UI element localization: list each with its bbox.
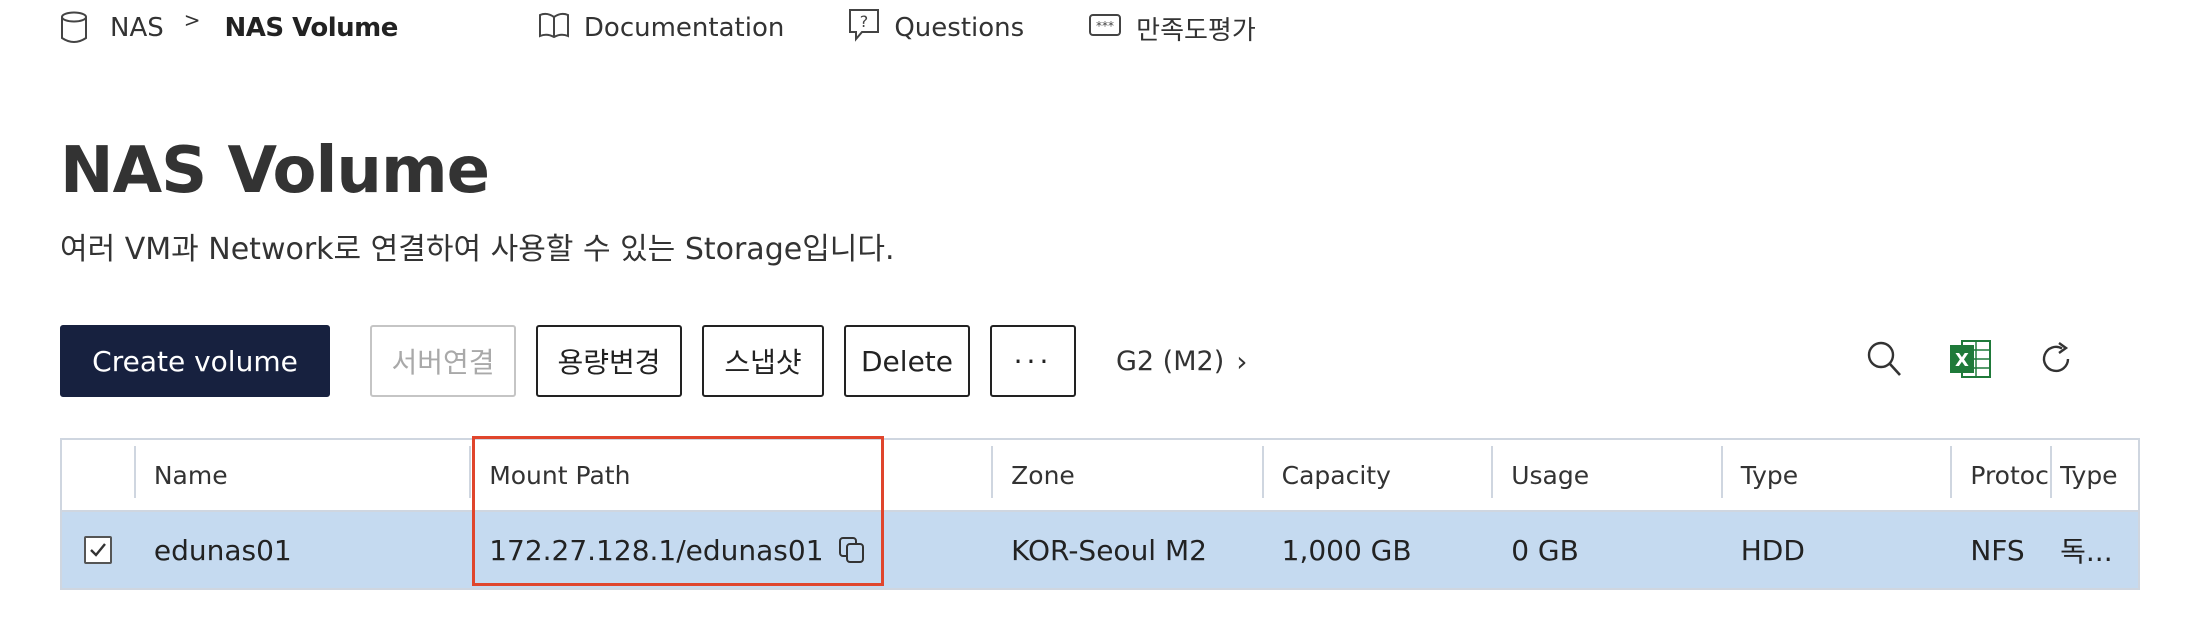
volume-table: Name Mount Path Zone Capacity Usage Type… <box>60 438 2140 590</box>
excel-icon[interactable]: X <box>1946 333 1994 385</box>
questions-label: Questions <box>894 13 1025 43</box>
top-links: Documentation ? Questions *** 만족도평가 <box>538 8 1320 49</box>
column-header-protocol[interactable]: Protocol <box>1950 440 2050 510</box>
header-checkbox-cell <box>62 440 134 510</box>
documentation-label: Documentation <box>583 13 785 43</box>
page-description: 여러 VM과 Network로 연결하여 사용할 수 있는 Storage입니다… <box>60 232 895 267</box>
svg-text:?: ? <box>860 12 869 31</box>
create-volume-button[interactable]: Create volume <box>60 325 330 397</box>
breadcrumb-current: NAS Volume <box>224 13 399 43</box>
rating-label: 만족도평가 <box>1136 15 1256 46</box>
copy-icon[interactable] <box>838 536 866 564</box>
delete-button[interactable]: Delete <box>844 325 970 397</box>
column-header-type-2[interactable]: Type <box>2050 440 2138 510</box>
row-checkbox-cell <box>62 512 134 588</box>
question-bubble-icon: ? <box>848 8 894 49</box>
svg-text:X: X <box>1955 350 1969 371</box>
rating-icon: *** <box>1088 13 1136 44</box>
cell-capacity: 1,000 GB <box>1281 533 1412 567</box>
column-header-usage[interactable]: Usage <box>1491 440 1721 510</box>
toolbar: Create volume 서버연결 용량변경 스냅샷 Delete ··· G… <box>60 325 2140 397</box>
server-connect-button[interactable]: 서버연결 <box>370 325 516 397</box>
questions-link[interactable]: ? Questions <box>848 8 1024 49</box>
toolbar-icons: X <box>1822 333 2080 385</box>
breadcrumb-separator: > <box>183 8 201 32</box>
snapshot-button[interactable]: 스냅샷 <box>702 325 824 397</box>
cell-type: HDD <box>1740 533 1805 567</box>
region-selector[interactable]: G2 (M2) › <box>1116 345 1247 378</box>
cell-name: edunas01 <box>153 533 292 567</box>
table-row[interactable]: edunas01 172.27.128.1/edunas01 KOR-Seoul… <box>62 512 2138 588</box>
cell-usage: 0 GB <box>1511 533 1579 567</box>
breadcrumb-root[interactable]: NAS <box>110 13 164 43</box>
page-title: NAS Volume <box>60 134 490 208</box>
cell-zone: KOR-Seoul M2 <box>1011 533 1207 567</box>
column-header-mount-path[interactable]: Mount Path <box>469 440 991 510</box>
rating-link[interactable]: *** 만족도평가 <box>1088 10 1256 47</box>
cell-protocol: NFS <box>1970 533 2025 567</box>
table-header: Name Mount Path Zone Capacity Usage Type… <box>62 440 2138 512</box>
search-icon[interactable] <box>1860 333 1908 385</box>
region-label: G2 (M2) <box>1116 345 1225 377</box>
column-header-capacity[interactable]: Capacity <box>1261 440 1492 510</box>
top-bar: NAS > NAS Volume Documentation ? Questio… <box>60 0 1320 56</box>
svg-text:***: *** <box>1096 19 1114 33</box>
chevron-right-icon: › <box>1236 344 1248 378</box>
row-checkbox[interactable] <box>83 536 112 564</box>
column-header-name[interactable]: Name <box>133 440 469 510</box>
cell-mount-path: 172.27.128.1/edunas01 <box>469 512 991 588</box>
breadcrumb: NAS > NAS Volume <box>60 8 399 45</box>
cell-type-2: 독... <box>2060 535 2113 568</box>
column-header-zone[interactable]: Zone <box>991 440 1261 510</box>
resize-button[interactable]: 용량변경 <box>536 325 682 397</box>
documentation-link[interactable]: Documentation <box>538 11 784 46</box>
book-icon <box>538 11 584 46</box>
database-icon <box>60 11 88 45</box>
mount-path-value: 172.27.128.1/edunas01 <box>489 533 824 567</box>
column-header-type[interactable]: Type <box>1720 440 1951 510</box>
more-actions-button[interactable]: ··· <box>990 325 1076 397</box>
refresh-icon[interactable] <box>2032 333 2080 385</box>
